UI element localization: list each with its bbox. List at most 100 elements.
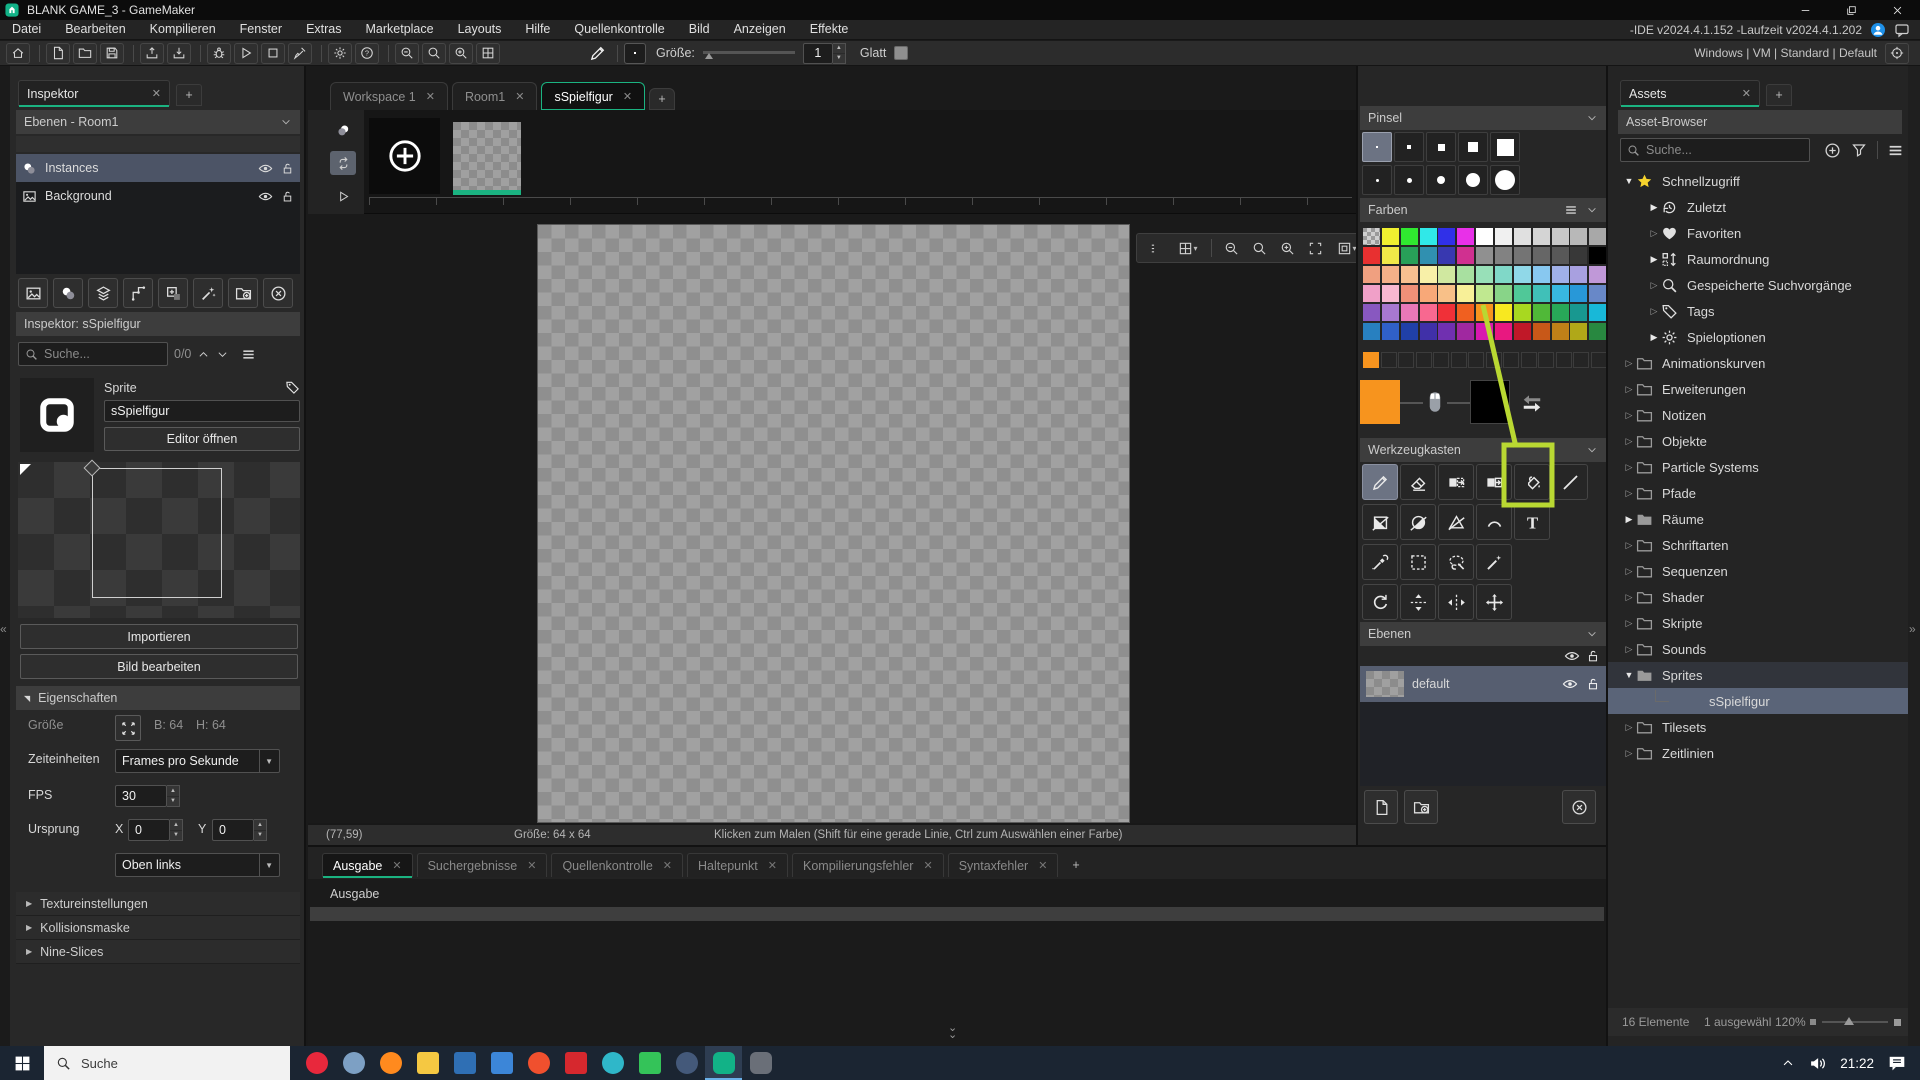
- colors-header[interactable]: Farben: [1360, 198, 1606, 222]
- zoom-out-button[interactable]: [1218, 236, 1244, 260]
- search-next-icon[interactable]: [216, 348, 229, 361]
- image-button[interactable]: [18, 278, 48, 308]
- color-swatch[interactable]: [1457, 304, 1475, 321]
- asset-tree-item-schnellzugriff[interactable]: ▼ Schnellzugriff: [1608, 168, 1910, 194]
- loop-playback-button[interactable]: [330, 151, 356, 175]
- asset-tree-item-favoriten[interactable]: ▷ Favoriten: [1608, 220, 1910, 246]
- menu-marketplace[interactable]: Marketplace: [354, 20, 446, 39]
- color-swatch[interactable]: [1476, 228, 1494, 245]
- close-button[interactable]: [1874, 0, 1920, 20]
- taskbar-app-steam-alt[interactable]: [668, 1046, 705, 1080]
- color-swatch[interactable]: [1381, 228, 1399, 245]
- empty-color-slot[interactable]: [1415, 352, 1432, 368]
- tray-up-button[interactable]: [140, 42, 164, 64]
- tree-expand-icon[interactable]: ▶: [1647, 254, 1661, 265]
- tool-ellipse-tool[interactable]: [1400, 504, 1436, 540]
- color-swatch[interactable]: [1363, 247, 1380, 264]
- menu-datei[interactable]: Datei: [0, 20, 53, 39]
- swap-colors-icon[interactable]: [1520, 390, 1544, 414]
- color-swatch[interactable]: [1457, 266, 1475, 283]
- bug-button[interactable]: [207, 42, 231, 64]
- zoom-slider-track[interactable]: [1822, 1021, 1888, 1023]
- brush-size-slider[interactable]: [702, 46, 795, 60]
- output-tab-haltepunkt[interactable]: Haltepunkt ✕: [687, 853, 788, 877]
- color-swatch[interactable]: [1532, 323, 1550, 340]
- asset-tree-item-animationskurven[interactable]: ▷ Animationskurven: [1608, 350, 1910, 376]
- color-swatch[interactable]: [1419, 266, 1437, 283]
- color-swatch[interactable]: [1381, 247, 1399, 264]
- gear-button[interactable]: [328, 42, 352, 64]
- asset-tree-item-notizen[interactable]: ▷ Notizen: [1608, 402, 1910, 428]
- taskbar-app-opera-gx[interactable]: [298, 1046, 335, 1080]
- tool-select-rect[interactable]: [1400, 544, 1436, 580]
- tree-expand-icon[interactable]: ▼: [1622, 176, 1636, 186]
- add-tab-button[interactable]: +: [176, 84, 202, 106]
- color-swatch[interactable]: [1494, 247, 1512, 264]
- layer-lock-icon[interactable]: [1586, 677, 1600, 691]
- layer-visibility-icon[interactable]: [1562, 676, 1578, 692]
- origin-y-stepper[interactable]: ▲ ▼: [254, 819, 267, 841]
- color-swatch[interactable]: [1438, 285, 1456, 302]
- close-tab-icon[interactable]: ✕: [515, 90, 524, 103]
- color-swatch[interactable]: [1513, 228, 1531, 245]
- color-swatch[interactable]: [1363, 304, 1380, 321]
- color-swatch[interactable]: [1381, 285, 1399, 302]
- feedback-chat-icon[interactable]: [1894, 22, 1910, 38]
- close-tab-icon[interactable]: ✕: [527, 859, 536, 872]
- empty-color-slot[interactable]: [1433, 352, 1449, 368]
- drag-dots-button[interactable]: [1143, 236, 1169, 260]
- inspector-menu-icon[interactable]: [241, 347, 256, 362]
- save-button[interactable]: [100, 42, 124, 64]
- toolbox-header[interactable]: Werkzeugkasten: [1360, 438, 1606, 462]
- tool-move[interactable]: [1476, 584, 1512, 620]
- asset-tree-item-shader[interactable]: ▷ Shader: [1608, 584, 1910, 610]
- tree-expand-icon[interactable]: ▷: [1647, 306, 1661, 317]
- preview-corner-handle[interactable]: [20, 464, 31, 475]
- asset-tree-item-objekte[interactable]: ▷ Objekte: [1608, 428, 1910, 454]
- color-swatch[interactable]: [1532, 266, 1550, 283]
- fit-button[interactable]: [1302, 236, 1328, 260]
- wand-button[interactable]: [193, 278, 223, 308]
- color-swatch[interactable]: [1400, 247, 1418, 264]
- menu-extras[interactable]: Extras: [294, 20, 353, 39]
- empty-color-slot[interactable]: [1380, 352, 1397, 368]
- color-swatch[interactable]: [1589, 247, 1607, 264]
- tool-eyedropper[interactable]: [1362, 544, 1398, 580]
- tab-room1[interactable]: Room1 ✕: [451, 82, 538, 110]
- asset-tree-item-tilesets[interactable]: ▷ Tilesets: [1608, 714, 1910, 740]
- right-dock-collapse-strip[interactable]: »: [1908, 66, 1920, 1046]
- taskbar-app-firefox[interactable]: [372, 1046, 409, 1080]
- collapse-left-icon[interactable]: «: [0, 622, 7, 636]
- notification-center-icon[interactable]: [1888, 1054, 1906, 1072]
- tree-expand-icon[interactable]: ▷: [1622, 488, 1636, 499]
- brush-circle-14[interactable]: [1458, 165, 1488, 195]
- asset-tree-item-spieloptionen[interactable]: ▶ Spieloptionen: [1608, 324, 1910, 350]
- asset-tree-item-sounds[interactable]: ▷ Sounds: [1608, 636, 1910, 662]
- tool-rect-tool[interactable]: [1362, 504, 1398, 540]
- tree-expand-icon[interactable]: ▷: [1647, 280, 1661, 291]
- color-swatch[interactable]: [1551, 285, 1569, 302]
- tool-flip-horizontal[interactable]: [1438, 584, 1474, 620]
- color-swatch[interactable]: [1381, 266, 1399, 283]
- search-prev-icon[interactable]: [197, 348, 210, 361]
- color-swatch[interactable]: [1438, 228, 1456, 245]
- empty-color-slot[interactable]: [1485, 352, 1502, 368]
- color-swatch[interactable]: [1570, 266, 1588, 283]
- tool-lasso[interactable]: [1438, 544, 1474, 580]
- brush-size-input[interactable]: 1: [802, 42, 833, 64]
- asset-search-input[interactable]: Suche...: [1620, 138, 1811, 162]
- brush-circle-3[interactable]: [1362, 165, 1392, 195]
- menu-layouts[interactable]: Layouts: [446, 20, 514, 39]
- brush-size-stepper[interactable]: ▲ ▼: [832, 42, 846, 64]
- origin-x-stepper[interactable]: ▲ ▼: [170, 819, 183, 841]
- close-tab-icon[interactable]: ✕: [152, 87, 161, 100]
- add-tab-button[interactable]: +: [649, 88, 676, 110]
- color-swatch[interactable]: [1419, 228, 1437, 245]
- color-swatch[interactable]: [1400, 323, 1418, 340]
- properties-section-header[interactable]: ◥ Eigenschaften: [16, 686, 300, 710]
- color-swatch[interactable]: [1400, 304, 1418, 321]
- all-layers-lock-icon[interactable]: [1586, 649, 1600, 663]
- layers-header[interactable]: Ebenen: [1360, 622, 1606, 646]
- tray-down-button[interactable]: [167, 42, 191, 64]
- tool-flip-vertical[interactable]: [1400, 584, 1436, 620]
